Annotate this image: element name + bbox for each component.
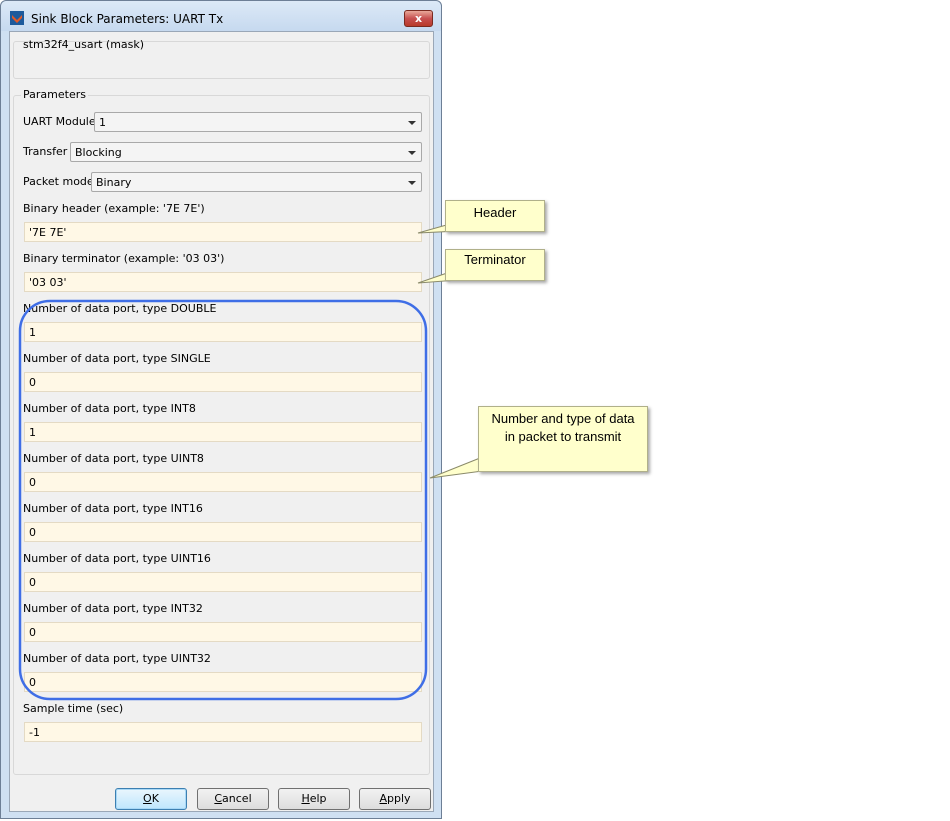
annotation-overlay <box>18 223 491 701</box>
header-callout-text: Header <box>473 205 517 220</box>
header-callout: Header <box>445 200 545 232</box>
data-callout-line1: Number and type of data <box>491 411 635 426</box>
terminator-callout: Terminator <box>445 249 545 281</box>
data-callout-line2: in packet to transmit <box>504 429 622 444</box>
terminator-callout-text: Terminator <box>464 252 526 267</box>
data-callout: Number and type of data in packet to tra… <box>478 406 648 472</box>
data-ports-highlight-outline <box>18 299 428 701</box>
